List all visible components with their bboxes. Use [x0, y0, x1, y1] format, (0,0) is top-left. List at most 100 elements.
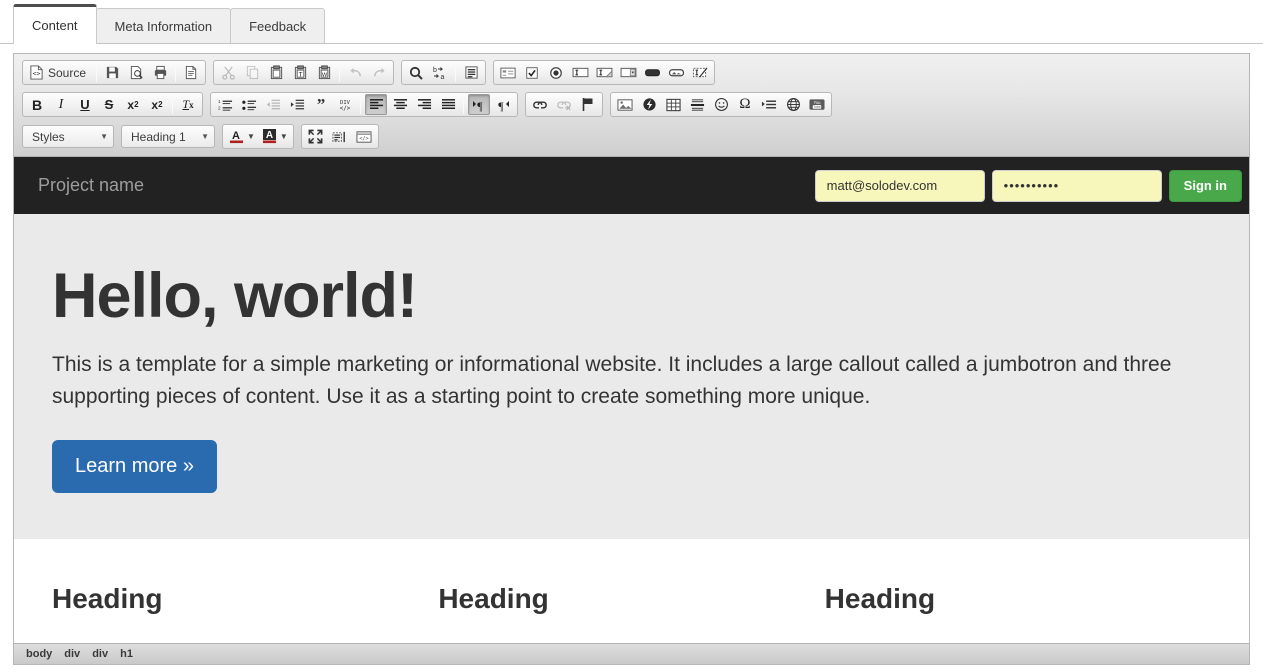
numbered-list-icon[interactable]: 12 — [214, 94, 236, 115]
tab-feedback[interactable]: Feedback — [230, 8, 326, 43]
undo-icon[interactable] — [344, 62, 366, 83]
flash-icon[interactable] — [638, 94, 660, 115]
email-field[interactable] — [814, 169, 985, 202]
align-right-icon[interactable] — [413, 94, 435, 115]
remove-format-icon[interactable]: Tx — [177, 94, 199, 115]
bold-icon[interactable]: B — [26, 94, 48, 115]
form-icon[interactable] — [497, 62, 519, 83]
underline-icon[interactable]: U — [74, 94, 96, 115]
tab-meta-information[interactable]: Meta Information — [95, 8, 232, 43]
redo-icon[interactable] — [368, 62, 390, 83]
toolbar-separator — [175, 63, 177, 82]
preview-icon[interactable] — [125, 62, 147, 83]
horizontal-rule-icon[interactable] — [686, 94, 708, 115]
element-path-item-body[interactable]: body — [26, 648, 52, 660]
chevron-down-icon: ▼ — [279, 132, 288, 141]
text-direction-ltr-icon[interactable]: ¶ — [468, 94, 490, 115]
image-icon[interactable] — [614, 94, 636, 115]
select-field-icon[interactable] — [617, 62, 639, 83]
templates-icon[interactable]: </> — [353, 126, 375, 147]
tab-content-label: Content — [32, 18, 78, 33]
hidden-field-icon[interactable] — [689, 62, 711, 83]
cut-icon[interactable] — [217, 62, 239, 83]
link-icon[interactable] — [529, 94, 551, 115]
password-field[interactable] — [991, 169, 1162, 202]
text-color-button[interactable]: A ▼ — [226, 126, 257, 147]
element-path-bar: body div div h1 — [14, 643, 1249, 664]
three-column-section: Heading Heading Heading — [14, 539, 1249, 615]
source-button-label: Source — [48, 65, 87, 80]
maximize-icon[interactable] — [305, 126, 327, 147]
svg-text:¶: ¶ — [498, 99, 504, 112]
align-center-icon[interactable] — [389, 94, 411, 115]
bulleted-list-icon[interactable] — [238, 94, 260, 115]
svg-text:b: b — [433, 67, 437, 74]
strikethrough-icon[interactable]: S — [98, 94, 120, 115]
jumbotron-heading: Hello, world! — [52, 261, 418, 331]
column-2: Heading — [438, 583, 824, 615]
print-icon[interactable] — [149, 62, 171, 83]
new-page-icon[interactable] — [180, 62, 202, 83]
checkbox-icon[interactable] — [521, 62, 543, 83]
align-left-icon[interactable] — [365, 94, 387, 115]
learn-more-button[interactable]: Learn more » — [52, 439, 217, 493]
sign-in-button[interactable]: Sign in — [1168, 169, 1242, 202]
blockquote-icon[interactable]: ” — [310, 94, 332, 115]
editor-content-area[interactable]: Project name Sign in Hello, world! This … — [14, 157, 1249, 643]
show-blocks-icon[interactable] — [329, 126, 351, 147]
decrease-indent-icon[interactable] — [262, 94, 284, 115]
italic-icon[interactable]: I — [50, 94, 72, 115]
tab-content[interactable]: Content — [13, 4, 97, 45]
element-path-item-div-1[interactable]: div — [64, 648, 80, 660]
subscript-icon[interactable]: x2 — [122, 94, 144, 115]
special-character-icon[interactable]: Ω — [734, 94, 756, 115]
format-dropdown-label: Heading 1 — [131, 129, 186, 144]
svg-text:A: A — [266, 130, 273, 141]
iframe-icon[interactable] — [782, 94, 804, 115]
element-path-item-h1[interactable]: h1 — [120, 648, 133, 660]
save-icon[interactable] — [101, 62, 123, 83]
button-icon[interactable] — [641, 62, 663, 83]
increase-indent-icon[interactable] — [286, 94, 308, 115]
chevron-down-icon: ▼ — [100, 132, 108, 141]
svg-text:</>: </> — [359, 136, 368, 142]
element-path-item-div-2[interactable]: div — [92, 648, 108, 660]
page-break-icon[interactable] — [758, 94, 780, 115]
svg-text:¶: ¶ — [477, 99, 483, 112]
smiley-icon[interactable] — [710, 94, 732, 115]
create-div-icon[interactable]: DIV </> — [334, 94, 356, 115]
column-1: Heading — [52, 583, 438, 615]
text-direction-rtl-icon[interactable]: ¶ — [492, 94, 514, 115]
styles-dropdown[interactable]: Styles ▼ — [22, 125, 114, 148]
paste-icon[interactable] — [265, 62, 287, 83]
paste-text-icon[interactable]: T — [289, 62, 311, 83]
align-justify-icon[interactable] — [437, 94, 459, 115]
unlink-icon[interactable] — [553, 94, 575, 115]
find-icon[interactable] — [405, 62, 427, 83]
toolbar-row-2: B I U S x2 x2 Tx 12 ” DIV </> ¶ ¶ Ω You … — [18, 91, 1245, 118]
copy-icon[interactable] — [241, 62, 263, 83]
superscript-icon[interactable]: x2 — [146, 94, 168, 115]
anchor-icon[interactable] — [577, 94, 599, 115]
paste-word-icon[interactable]: W — [313, 62, 335, 83]
column-heading: Heading — [52, 583, 163, 614]
jumbotron-paragraph: This is a template for a simple marketin… — [52, 353, 1172, 409]
source-button[interactable]: <> Source — [25, 62, 93, 83]
textarea-icon[interactable] — [593, 62, 615, 83]
table-icon[interactable] — [662, 94, 684, 115]
editor-tab-strip: Content Meta Information Feedback — [0, 0, 1263, 45]
radio-button-icon[interactable] — [545, 62, 567, 83]
text-field-icon[interactable] — [569, 62, 591, 83]
ckeditor-instance: <> Source T W b a B I U S x 2 x 2 T x 1 … — [13, 53, 1250, 665]
chevron-down-icon: ▼ — [201, 132, 209, 141]
format-dropdown[interactable]: Heading 1 ▼ — [121, 125, 215, 148]
toolbar-row-1: <> Source T W b a — [18, 59, 1245, 86]
background-color-icon: A — [262, 129, 276, 144]
image-button-icon[interactable] — [665, 62, 687, 83]
svg-text:2: 2 — [218, 105, 221, 110]
replace-icon[interactable]: ba — [429, 62, 451, 83]
site-brand[interactable]: Project name — [38, 175, 144, 196]
background-color-button[interactable]: A ▼ — [259, 126, 290, 147]
select-all-icon[interactable] — [460, 62, 482, 83]
youtube-icon[interactable]: You Tube — [806, 94, 828, 115]
